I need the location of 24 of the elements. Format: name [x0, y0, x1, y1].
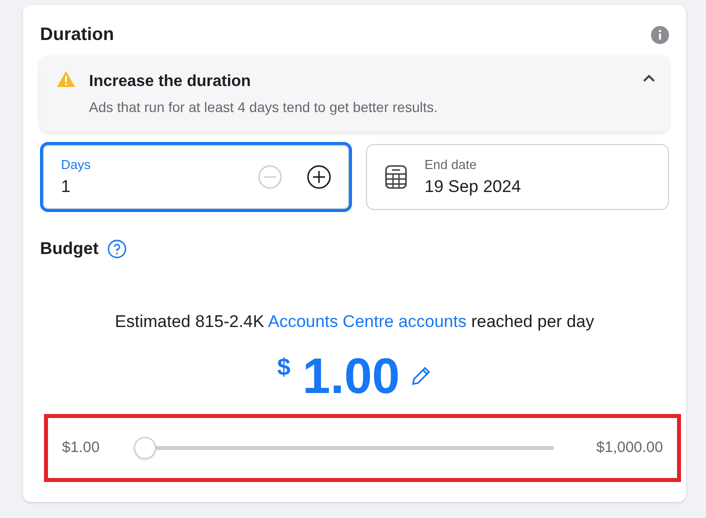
end-date-field[interactable]: End date 19 Sep 2024	[366, 144, 669, 210]
info-icon[interactable]	[651, 26, 669, 44]
slider-max-label: $1,000.00	[596, 438, 663, 458]
section-title: Budget	[40, 238, 99, 260]
currency-symbol: $	[277, 353, 291, 383]
slider-thumb[interactable]	[134, 437, 156, 459]
pencil-icon[interactable]	[410, 365, 432, 387]
field-label: End date	[424, 156, 478, 174]
calendar-icon	[384, 165, 406, 189]
accounts-link[interactable]: Accounts Centre accounts	[268, 312, 466, 330]
chevron-icon[interactable]	[643, 74, 655, 82]
section-title: Duration	[40, 23, 114, 46]
field-label: Days	[61, 156, 92, 174]
slider-min-label: $1.00	[62, 438, 101, 458]
budget-amount: 1.00	[302, 347, 400, 406]
days-field[interactable]: Days 1	[40, 142, 352, 212]
end-date-value: 19 Sep 2024	[424, 176, 521, 198]
days-value: 1	[61, 176, 72, 198]
notice-text: Ads that run for at least 4 days tend to get better results.	[89, 98, 439, 117]
help-icon[interactable]	[106, 238, 127, 259]
plus-icon[interactable]	[306, 165, 330, 189]
reach-estimate: Estimated 815-2.4K Accounts Centre accounts reached per day	[114, 310, 594, 332]
warning-icon	[57, 71, 75, 87]
notice-title: Increase the duration	[89, 72, 252, 92]
